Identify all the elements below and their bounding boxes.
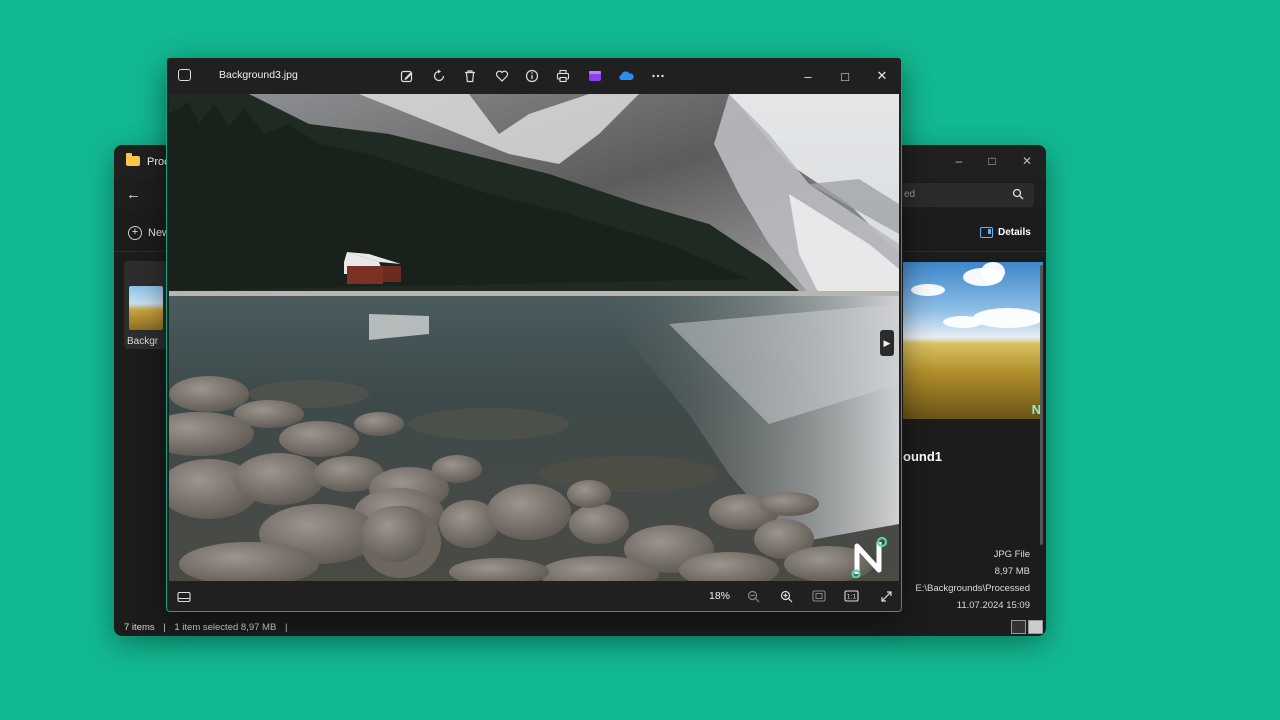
file-label: Backgr [127,336,159,347]
photos-app-icon [178,69,191,81]
onedrive-icon[interactable] [616,66,636,86]
photo-filename: Background3.jpg [219,69,298,81]
close-icon[interactable]: ✕ [870,66,894,86]
new-button[interactable]: + New [128,226,170,240]
file-thumbnail [129,286,163,330]
maximize-icon[interactable]: □ [977,150,1007,172]
filmstrip-icon[interactable] [177,590,191,608]
photo-canvas[interactable] [169,94,899,581]
plus-icon: + [128,226,142,240]
file-type: JPG File [993,549,1030,560]
close-icon[interactable]: ✕ [1012,150,1042,172]
search-icon [1012,188,1024,200]
scrollbar[interactable] [1040,265,1043,545]
svg-text:1:1: 1:1 [846,594,856,601]
folder-icon [126,153,140,166]
details-button[interactable]: Details [980,227,1031,238]
details-pane-icon [980,227,993,238]
zoom-in-icon[interactable] [777,588,795,604]
file-size: 8,97 MB [994,566,1030,577]
search-box[interactable]: ed [884,183,1034,207]
delete-icon[interactable] [460,66,480,86]
landscape-photo [169,94,899,581]
status-bar: 7 items | 1 item selected 8,97 MB | [124,622,293,633]
details-view-icon[interactable] [1011,620,1026,634]
actual-size-icon[interactable]: 1:1 [842,588,860,604]
maximize-icon[interactable]: □ [833,66,857,86]
preview-file-name: ound1 [903,449,942,464]
photos-bottom-bar: 18% 1:1 [167,581,901,611]
minimize-icon[interactable]: – [796,66,820,86]
details-label: Details [998,227,1031,238]
more-icon[interactable] [648,66,668,86]
edit-icon[interactable] [397,66,417,86]
next-image-button[interactable]: ▶ [880,330,894,356]
search-input[interactable]: ed [904,189,915,200]
preview-image: N [903,262,1043,419]
info-icon[interactable] [522,66,542,86]
fullscreen-icon[interactable] [877,588,895,604]
clipchamp-icon[interactable] [585,66,605,86]
zoom-out-icon[interactable] [744,588,762,604]
favorite-icon[interactable] [492,66,512,86]
status-separator: | [163,622,166,633]
watermark-logo-icon [851,536,888,578]
file-path: E:\Backgrounds\Processed [915,583,1030,594]
item-count: 7 items [124,622,155,633]
photos-titlebar: Background3.jpg – □ ✕ [167,58,901,94]
back-arrow-icon[interactable]: ← [126,186,141,203]
status-separator: | [284,622,288,633]
print-icon[interactable] [553,66,573,86]
tiles-view-icon[interactable] [1028,620,1043,634]
photos-window: Background3.jpg – □ ✕ ▶ 18% 1:1 [166,57,902,612]
minimize-icon[interactable]: – [944,150,974,172]
zoom-level: 18% [709,590,731,602]
fit-to-window-icon[interactable] [810,588,828,604]
selection-info: 1 item selected 8,97 MB [174,622,277,633]
file-date: 11.07.2024 15:09 [956,600,1030,611]
rotate-icon[interactable] [429,66,449,86]
